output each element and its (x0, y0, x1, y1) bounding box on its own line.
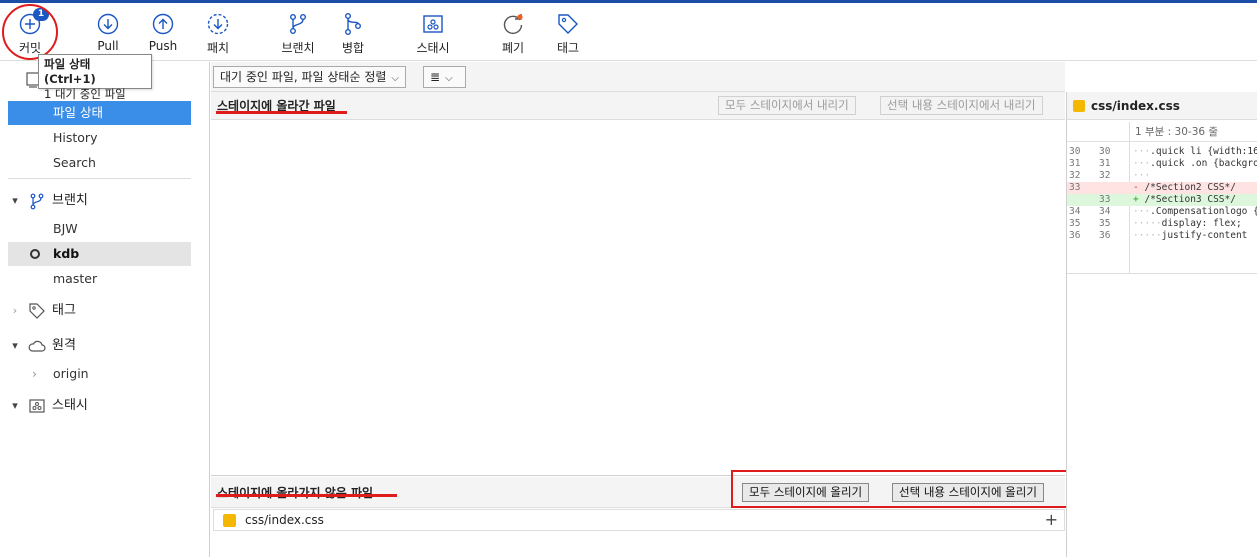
remotes-label: 원격 (52, 338, 76, 353)
stage-all-button[interactable]: 모두 스테이지에 올리기 (742, 483, 870, 502)
branch-icon (30, 193, 44, 210)
pull-label: Pull (97, 39, 119, 53)
unstage-all-button[interactable]: 모두 스테이지에서 내리기 (718, 96, 856, 115)
chevron-right-icon: › (32, 366, 37, 381)
discard-icon (503, 14, 523, 34)
tag-button[interactable]: 태그 (538, 11, 598, 56)
unstaged-file-row[interactable]: css/index.css + (213, 509, 1065, 531)
sidebar-divider (8, 178, 191, 179)
chevron-down-icon: ▾ (12, 339, 18, 352)
diff-file-name: css/index.css (1091, 99, 1180, 113)
diff-lines: 30 30 ···.quick li {width:16 31 31 ···.quick… (1067, 144, 1257, 274)
tag-icon (558, 14, 578, 34)
chevron-down-icon: ⌵ (445, 73, 453, 84)
tooltip-title: 파일 상태 (Ctrl+1) (44, 57, 96, 86)
branch-button[interactable]: 브랜치 (268, 11, 328, 56)
pull-button[interactable]: Pull (78, 11, 138, 53)
commit-tooltip: 파일 상태 (Ctrl+1) 1 대기 중인 파일 (38, 54, 152, 101)
diff-line: 32 32 ··· (1069, 170, 1151, 181)
stash-label: 스태시 (416, 41, 450, 55)
staged-pane-header: 스테이지에 올라간 파일 모두 스테이지에서 내리기 선택 내용 스테이지에서 … (211, 92, 1065, 120)
patch-button[interactable]: 패치 (188, 11, 248, 56)
branch-item[interactable]: master (8, 267, 191, 291)
push-arrow-icon (152, 13, 174, 35)
sidebar-item-search[interactable]: Search (8, 151, 191, 175)
branch-item-current[interactable]: kdb (8, 242, 191, 266)
diff-header: css/index.css (1067, 92, 1257, 120)
branch-label: 브랜치 (281, 41, 315, 55)
stage-selected-button[interactable]: 선택 내용 스테이지에 올리기 (892, 483, 1044, 502)
sidebar: 파일 상태 History Search ▾ 브랜치 BJW kdb maste… (0, 62, 210, 557)
stash-icon (29, 399, 45, 413)
sidebar-section-stashes[interactable]: ▾ 스태시 (8, 393, 191, 419)
stashes-label: 스태시 (52, 398, 88, 413)
pending-count-badge: 1 (33, 8, 49, 21)
stash-button[interactable]: 스태시 (403, 11, 463, 56)
modified-file-icon (1073, 100, 1085, 112)
merge-button[interactable]: 병합 (323, 11, 383, 56)
hunk-header[interactable]: 1 부분 : 30-36 줄 (1067, 122, 1257, 142)
modified-file-icon (223, 514, 236, 527)
commit-button[interactable]: 1 커밋 (0, 8, 60, 56)
sidebar-section-branches[interactable]: ▾ 브랜치 (8, 188, 191, 214)
diff-line-removed: 33- /*Section2 CSS*/ (1067, 182, 1257, 194)
tooltip-subtitle: 1 대기 중인 파일 (44, 87, 126, 101)
stash-icon (423, 15, 443, 33)
branch-item[interactable]: BJW (8, 217, 191, 241)
unstaged-title: 스테이지에 올라가지 않은 파일 (217, 486, 374, 500)
sidebar-item-history[interactable]: History (8, 126, 191, 150)
remote-name: origin (53, 366, 89, 381)
current-branch-indicator-icon (30, 249, 40, 259)
diff-line: 35 35 ·····display: flex; (1069, 218, 1242, 229)
diff-line-added: 33 + /*Section3 CSS*/ (1067, 194, 1257, 206)
sidebar-section-tags[interactable]: › 태그 (8, 298, 191, 324)
unstage-selected-button[interactable]: 선택 내용 스테이지에서 내리기 (880, 96, 1043, 115)
pull-arrow-icon (97, 13, 119, 35)
diff-line: 34 34 ···.Compensationlogo { (1069, 206, 1257, 217)
file-filter-value: 대기 중인 파일, 파일 상태순 정렬 (220, 70, 387, 84)
chevron-down-icon: ▾ (12, 399, 18, 412)
tag-label: 태그 (556, 41, 580, 55)
discard-button[interactable]: 폐기 (483, 11, 543, 56)
sidebar-section-remotes[interactable]: ▾ 원격 (8, 333, 191, 359)
diff-line: 36 36 ·····justify-content (1069, 230, 1248, 241)
diff-line: 31 31 ···.quick .on {backgrou (1069, 158, 1257, 169)
annotation-underline (216, 111, 347, 114)
push-button[interactable]: Push (133, 11, 193, 53)
sidebar-item-file-status[interactable]: 파일 상태 (8, 101, 191, 125)
merge-label: 병합 (341, 41, 365, 55)
patch-label: 패치 (206, 41, 230, 55)
main-toolbar: 1 커밋 Pull Push 패치 브랜치 병합 스태시 폐기 태그 (0, 3, 1257, 61)
view-mode-dropdown[interactable]: ≣ ⌵ (423, 66, 466, 88)
patch-icon (207, 13, 229, 35)
tag-icon (29, 303, 45, 319)
tags-label: 태그 (52, 303, 76, 318)
push-label: Push (148, 39, 178, 53)
file-filter-dropdown[interactable]: 대기 중인 파일, 파일 상태순 정렬 ⌵ (213, 66, 407, 88)
branches-label: 브랜치 (52, 193, 88, 208)
chevron-down-icon: ▾ (12, 194, 18, 207)
file-filter-bar: 대기 중인 파일, 파일 상태순 정렬 ⌵ ≣ ⌵ (211, 62, 1065, 92)
staged-file-list[interactable] (211, 121, 1065, 476)
chevron-down-icon: ⌵ (391, 73, 400, 84)
stage-file-plus-icon[interactable]: + (1045, 510, 1058, 529)
file-name: css/index.css (245, 513, 324, 527)
discard-label: 폐기 (501, 41, 525, 55)
remote-item-origin[interactable]: › origin (8, 362, 191, 386)
branch-name: kdb (53, 246, 80, 261)
unstaged-pane-header: 스테이지에 올라가지 않은 파일 모두 스테이지에 올리기 선택 내용 스테이지… (211, 477, 1065, 508)
cloud-icon (28, 340, 46, 352)
list-icon: ≣ (430, 70, 441, 84)
diff-pane: css/index.css 1 부분 : 30-36 줄 30 30 ···.qui… (1066, 92, 1257, 557)
diff-line: 30 30 ···.quick li {width:16 (1069, 146, 1257, 157)
merge-icon (344, 13, 361, 36)
chevron-right-icon: › (12, 304, 18, 317)
annotation-underline (216, 494, 397, 497)
branch-icon (289, 14, 306, 35)
